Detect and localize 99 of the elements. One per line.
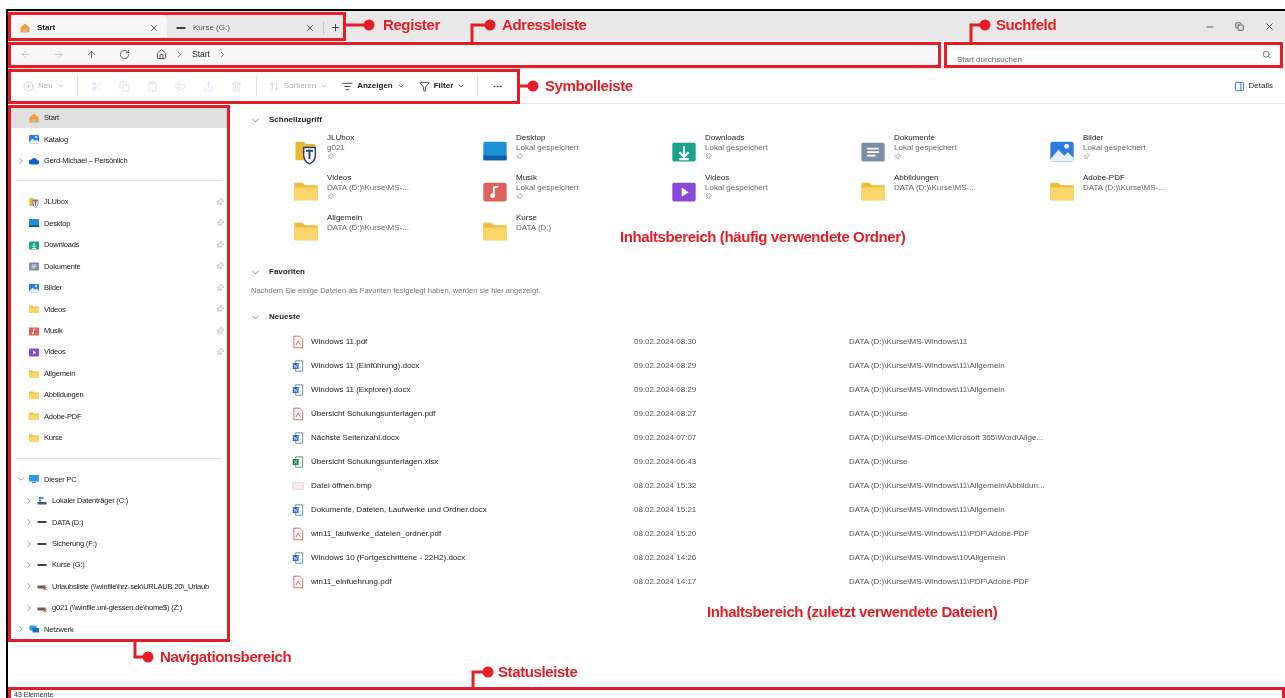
tab-label: Start bbox=[37, 22, 57, 34]
folder-tile[interactable]: JLUbox g021 bbox=[291, 133, 355, 173]
file-path: DATA (D:)\Kurse\MS-Windows\11\Allgemein\Abbildun... bbox=[849, 480, 1046, 493]
annotation-label: Inhaltsbereich (häufig verwendete Ordner) bbox=[620, 229, 906, 244]
file-name: Übersicht Schulungsunterlagen.xlsx bbox=[311, 456, 439, 469]
file-name: Windows 10 (Fortgeschrittene - 22H2).docx bbox=[311, 552, 466, 565]
recent-file-row[interactable]: Windows 11.pdf 09.02.2024 08:30 DATA (D:)\Kurse\MS-Windows\11 bbox=[291, 330, 1285, 355]
file-name: Dokumente, Dateien, Laufwerke und Ordner.docx bbox=[311, 504, 487, 517]
file-name: Datei öffnen.bmp bbox=[311, 480, 372, 493]
recent-file-row[interactable]: Nächste Seitenzahl.docx 09.02.2024 07:07 DATA (D:)\Kurse\MS-Office\Microsoft 365\Word\Allge... bbox=[291, 426, 1285, 451]
folder-location: Lokal gespeichert bbox=[516, 143, 579, 153]
annotation-label: Register bbox=[383, 17, 440, 32]
file-date: 08.02.2024 15:20 bbox=[634, 528, 698, 541]
file-date: 09.02.2024 06:43 bbox=[634, 456, 698, 469]
folder-location: Lokal gespeichert bbox=[894, 143, 957, 153]
folder-name: Bilder bbox=[1083, 133, 1105, 143]
view-button[interactable]: Anzeigen bbox=[335, 73, 412, 99]
annotation-label: Adressleiste bbox=[502, 17, 587, 32]
address-bar[interactable]: Start bbox=[150, 43, 930, 66]
file-path: DATA (D:)\Kurse\MS-Office\Microsoft 365\Word\Allge... bbox=[849, 432, 1045, 445]
recent-file-row[interactable]: Windows 11 (Einführung).docx 09.02.2024 08:29 DATA (D:)\Kurse\MS-Windows\11\Allgemein bbox=[291, 354, 1285, 379]
file-name: Windows 11.pdf bbox=[311, 336, 368, 349]
folder-tile[interactable]: Downloads Lokal gespeichert bbox=[669, 133, 768, 173]
folder-tile[interactable]: Kurse DATA (D:) bbox=[480, 213, 552, 253]
tab[interactable]: Start bbox=[11, 15, 167, 41]
file-date: 08.02.2024 14:17 bbox=[634, 576, 698, 589]
tab-label: Kurse (G:) bbox=[193, 22, 231, 34]
folder-tile[interactable]: Bilder Lokal gespeichert bbox=[1047, 133, 1146, 173]
folder-name: Downloads bbox=[705, 133, 746, 143]
filter-button[interactable]: Filter bbox=[411, 73, 473, 99]
file-name: win11_laufwerke_dateien_ordner.pdf bbox=[311, 528, 442, 541]
file-path: DATA (D:)\Kurse\MS-Windows\11\Allgemein bbox=[849, 384, 1006, 397]
file-date: 08.02.2024 15:21 bbox=[634, 504, 698, 517]
folder-tile[interactable]: Musik Lokal gespeichert bbox=[480, 173, 579, 213]
folder-name: Desktop bbox=[516, 133, 547, 143]
folder-name: Abbildungen bbox=[894, 173, 940, 183]
file-date: 09.02.2024 08:29 bbox=[634, 384, 698, 397]
folder-name: Adobe-PDF bbox=[1083, 173, 1126, 183]
folder-name: Dokumente bbox=[894, 133, 936, 143]
file-name: Windows 11 (Einführung).docx bbox=[311, 360, 420, 373]
folder-tile[interactable]: Abbildungen DATA (D:)\Kurse\MS-... bbox=[858, 173, 976, 213]
file-path: DATA (D:)\Kurse\MS-Windows\11\Allgemein bbox=[849, 504, 1006, 517]
annotation-label: Statusleiste bbox=[498, 664, 578, 679]
file-path: DATA (D:)\Kurse\MS-Windows\11\PDF\Adobe-PDF bbox=[849, 528, 1031, 541]
file-name: win11_einfuehrung.pdf bbox=[311, 576, 392, 589]
file-date: 09.02.2024 07:07 bbox=[634, 432, 698, 445]
folder-name: Kurse bbox=[516, 213, 538, 223]
annotation-label: Suchfeld bbox=[996, 17, 1057, 32]
file-path: DATA (D:)\Kurse\MS-Windows\11\Allgemein bbox=[849, 360, 1006, 373]
folder-tile[interactable]: Videos DATA (D:)\Kurse\MS-... bbox=[291, 173, 409, 213]
recent-file-row[interactable]: win11_laufwerke_dateien_ordner.pdf 08.02.2024 15:20 DATA (D:)\Kurse\MS-Windows\11\PDF\Adobe-PDF bbox=[291, 522, 1285, 547]
recent-file-row[interactable]: Dokumente, Dateien, Laufwerke und Ordner.docx 08.02.2024 15:21 DATA (D:)\Kurse\MS-Windows\11\Allgemein bbox=[291, 498, 1285, 523]
breadcrumb-item[interactable]: Start bbox=[192, 48, 210, 61]
folder-tile[interactable]: Allgemein DATA (D:)\Kurse\MS-... bbox=[291, 213, 409, 253]
annotation-label: Navigationsbereich bbox=[160, 649, 292, 664]
section-title[interactable]: Neueste bbox=[269, 311, 301, 324]
annotation-label: Symbolleiste bbox=[545, 78, 633, 93]
folder-location: Lokal gespeichert bbox=[516, 183, 579, 193]
section-title[interactable]: Schnellzugriff bbox=[269, 114, 322, 126]
folder-location: DATA (D:) bbox=[516, 223, 552, 233]
file-path: DATA (D:)\Kurse\MS-Windows\10\Allgemein bbox=[849, 552, 1007, 565]
folder-location: DATA (D:)\Kurse\MS-... bbox=[327, 183, 409, 193]
annotation-label: Inhaltsbereich (zuletzt verwendete Dateien) bbox=[707, 604, 998, 619]
recent-file-row[interactable]: Windows 11 (Explorer).docx 09.02.2024 08:29 DATA (D:)\Kurse\MS-Windows\11\Allgemein bbox=[291, 378, 1285, 403]
folder-name: Videos bbox=[705, 173, 731, 183]
recent-file-row[interactable]: Übersicht Schulungsunterlagen.pdf 09.02.2024 08:27 DATA (D:)\Kurse bbox=[291, 402, 1285, 427]
folder-location: DATA (D:)\Kurse\MS-... bbox=[1083, 183, 1165, 193]
file-date: 09.02.2024 08:27 bbox=[634, 408, 698, 421]
section-title[interactable]: Favoriten bbox=[269, 266, 305, 278]
folder-location: Lokal gespeichert bbox=[1083, 143, 1146, 153]
folder-tile[interactable]: Adobe-PDF DATA (D:)\Kurse\MS-... bbox=[1047, 173, 1165, 213]
folder-location: Lokal gespeichert bbox=[705, 183, 768, 193]
recent-file-row[interactable]: win11_einfuehrung.pdf 08.02.2024 14:17 DATA (D:)\Kurse\MS-Windows\11\PDF\Adobe-PDF bbox=[291, 570, 1285, 595]
file-path: DATA (D:)\Kurse bbox=[849, 408, 909, 421]
file-date: 09.02.2024 08:30 bbox=[634, 336, 698, 349]
folder-location: Lokal gespeichert bbox=[705, 143, 768, 153]
details-button[interactable]: Details bbox=[1233, 80, 1273, 92]
file-date: 08.02.2024 14:26 bbox=[634, 552, 698, 565]
folder-name: Musik bbox=[516, 173, 538, 183]
folder-tile[interactable]: Videos Lokal gespeichert bbox=[669, 173, 768, 213]
file-name: Nächste Seitenzahl.docx bbox=[311, 432, 400, 445]
folder-location: g021 bbox=[327, 143, 346, 153]
file-name: Windows 11 (Explorer).docx bbox=[311, 384, 411, 397]
recent-file-row[interactable]: Windows 10 (Fortgeschrittene - 22H2).docx 08.02.2024 14:26 DATA (D:)\Kurse\MS-Windows\10\Allgemein bbox=[291, 546, 1285, 571]
folder-location: DATA (D:)\Kurse\MS-... bbox=[894, 183, 976, 193]
recent-file-row[interactable]: Übersicht Schulungsunterlagen.xlsx 09.02.2024 06:43 DATA (D:)\Kurse bbox=[291, 450, 1285, 475]
file-name: Übersicht Schulungsunterlagen.pdf bbox=[311, 408, 436, 421]
recent-file-row[interactable]: Datei öffnen.bmp 08.02.2024 15:32 DATA (D:)\Kurse\MS-Windows\11\Allgemein\Abbildun... bbox=[291, 474, 1285, 499]
file-path: DATA (D:)\Kurse bbox=[849, 456, 909, 469]
file-path: DATA (D:)\Kurse\MS-Windows\11 bbox=[849, 336, 969, 349]
file-path: DATA (D:)\Kurse\MS-Windows\11\PDF\Adobe-PDF bbox=[849, 576, 1031, 589]
folder-name: Videos bbox=[327, 173, 353, 183]
folder-tile[interactable]: Desktop Lokal gespeichert bbox=[480, 133, 579, 173]
folder-name: JLUbox bbox=[327, 133, 355, 143]
file-date: 08.02.2024 15:32 bbox=[634, 480, 698, 493]
folder-tile[interactable]: Dokumente Lokal gespeichert bbox=[858, 133, 957, 173]
folder-name: Allgemein bbox=[327, 213, 364, 223]
folder-location: DATA (D:)\Kurse\MS-... bbox=[327, 223, 409, 233]
file-date: 09.02.2024 08:29 bbox=[634, 360, 698, 373]
